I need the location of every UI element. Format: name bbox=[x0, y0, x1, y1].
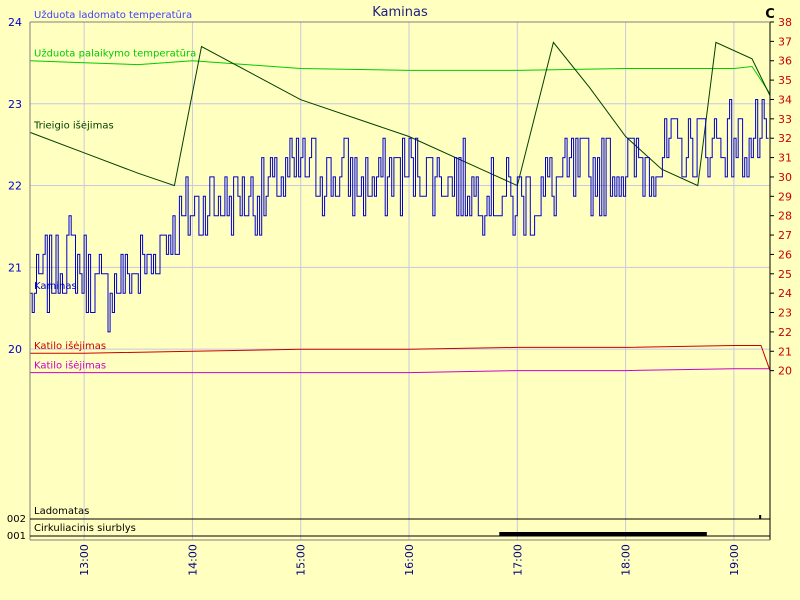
x-tick-label: 15:00 bbox=[295, 544, 308, 576]
digital-code: 002 bbox=[7, 514, 26, 525]
x-tick-label: 19:00 bbox=[728, 544, 741, 576]
right-tick-label: 36 bbox=[778, 55, 792, 68]
series-label: Užduota ladomato temperatūra bbox=[34, 9, 192, 21]
x-tick-label: 16:00 bbox=[403, 544, 416, 576]
digital-channels: 002 Ladomatas 001 Cirkuliacinis siurblys bbox=[7, 506, 770, 542]
axes: 13:00 14:00 15:00 16:00 17:00 18:00 19:00 20 21 2… bbox=[8, 16, 792, 576]
right-tick-label: 32 bbox=[778, 132, 792, 145]
right-tick-label: 24 bbox=[778, 287, 792, 300]
chart: Kaminas C Užduota ladomato temperatūra Už… bbox=[7, 5, 792, 576]
right-axis-unit: C bbox=[765, 7, 775, 22]
right-tick-label: 35 bbox=[778, 74, 792, 87]
series-label: Kaminas bbox=[34, 281, 77, 292]
right-tick-label: 27 bbox=[778, 229, 792, 242]
left-tick-label: 23 bbox=[8, 98, 22, 111]
x-tick-label: 17:00 bbox=[511, 544, 524, 576]
series-line bbox=[30, 99, 769, 333]
left-tick-label: 20 bbox=[8, 343, 22, 356]
right-tick-label: 20 bbox=[778, 365, 792, 378]
chart-title: Kaminas bbox=[372, 5, 428, 20]
left-tick-label: 21 bbox=[8, 261, 22, 274]
series-label: Užduota palaikymo temperatūra bbox=[34, 48, 196, 60]
left-tick-label: 24 bbox=[8, 16, 22, 29]
right-tick-label: 22 bbox=[778, 326, 792, 339]
right-tick-label: 25 bbox=[778, 268, 792, 281]
right-tick-label: 23 bbox=[778, 307, 792, 320]
right-tick-label: 31 bbox=[778, 152, 792, 165]
series-label: Katilo išėjimas bbox=[34, 360, 106, 372]
right-tick-label: 34 bbox=[778, 93, 792, 106]
digital-label: Cirkuliacinis siurblys bbox=[34, 523, 136, 534]
series-layer bbox=[29, 21, 771, 374]
left-tick-label: 22 bbox=[8, 180, 22, 193]
right-tick-label: 26 bbox=[778, 248, 792, 261]
x-tick-label: 14:00 bbox=[186, 544, 199, 576]
right-tick-label: 21 bbox=[778, 345, 792, 358]
digital-label: Ladomatas bbox=[34, 506, 89, 517]
right-tick-label: 29 bbox=[778, 190, 792, 203]
right-tick-label: 30 bbox=[778, 171, 792, 184]
digital-on-bar bbox=[499, 532, 707, 536]
series-label: Trieigio išėjimas bbox=[33, 119, 114, 131]
series-line bbox=[29, 60, 771, 94]
series-line bbox=[30, 368, 770, 374]
x-tick-label: 18:00 bbox=[620, 544, 633, 576]
digital-code: 001 bbox=[7, 531, 26, 542]
right-tick-label: 37 bbox=[778, 35, 792, 48]
digital-on-bar bbox=[759, 515, 762, 519]
series-label: Katilo išėjimas bbox=[34, 340, 106, 352]
right-tick-label: 33 bbox=[778, 113, 792, 126]
x-tick-label: 13:00 bbox=[78, 544, 91, 576]
right-tick-label: 38 bbox=[778, 16, 792, 29]
right-tick-label: 28 bbox=[778, 210, 792, 223]
